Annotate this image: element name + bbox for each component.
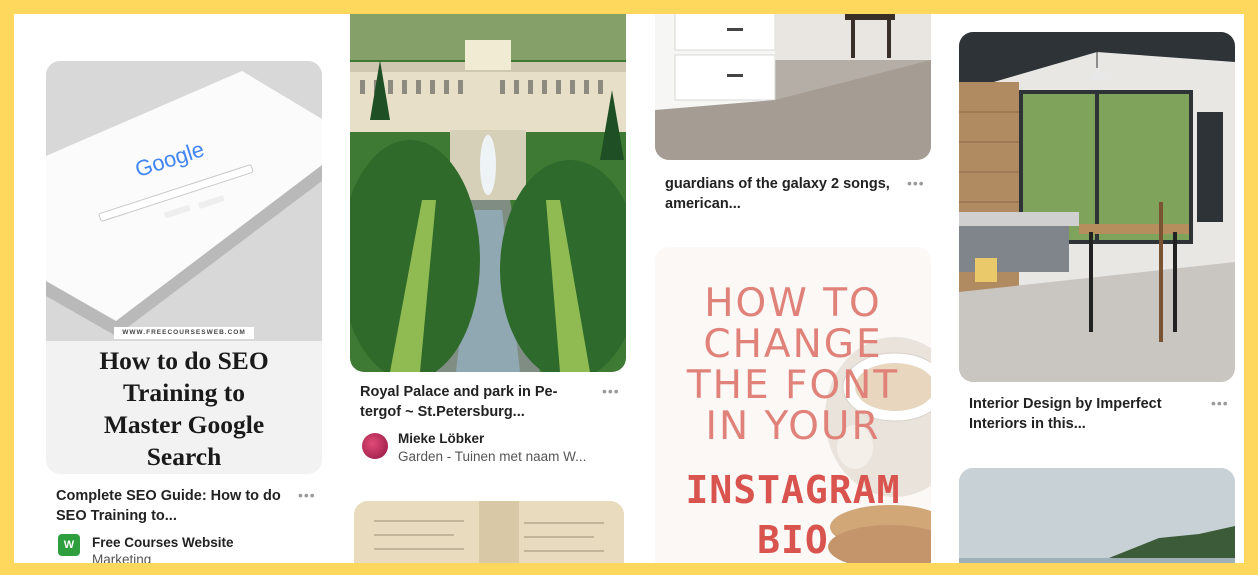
pin-board[interactable]: Garden - Tuinen met naam W... <box>398 449 586 464</box>
pin-title[interactable]: guardians of the galaxy 2 songs, america… <box>665 174 901 214</box>
pin-title[interactable]: Royal Palace and park in Pe-tergof ~ St.… <box>360 382 596 422</box>
font-pin-heading: HOW TO CHANGE THE FONT IN YOUR <box>686 281 900 449</box>
avatar[interactable] <box>362 433 388 459</box>
pin-image-seo[interactable]: Google WWW.FREECOURSESWEB.COM How to do … <box>46 61 322 474</box>
pin-author[interactable]: Mieke Löbker <box>398 431 484 446</box>
pin-image-interior[interactable] <box>959 32 1235 382</box>
pin-image-coast[interactable] <box>959 468 1235 563</box>
more-options-icon[interactable]: ••• <box>602 384 620 398</box>
pin-image-palace[interactable] <box>350 14 626 372</box>
pin-board[interactable]: Marketing <box>92 552 151 563</box>
pin-image-instagram-font[interactable]: HOW TO CHANGE THE FONT IN YOUR INSTAGRAM… <box>655 247 931 563</box>
avatar[interactable]: W <box>58 534 80 556</box>
pin-title[interactable]: Interior Design by Imperfect Interiors i… <box>969 394 1205 434</box>
font-pin-instagram: INSTAGRAM BIO <box>685 468 901 562</box>
more-options-icon[interactable]: ••• <box>1211 396 1229 410</box>
more-options-icon[interactable]: ••• <box>298 488 316 502</box>
seo-image-heading: How to do SEO Training to Master Google … <box>99 346 269 471</box>
seo-site-label: WWW.FREECOURSESWEB.COM <box>114 327 254 339</box>
pin-title[interactable]: Complete SEO Guide: How to do SEO Traini… <box>56 486 292 526</box>
more-options-icon[interactable]: ••• <box>907 176 925 190</box>
pin-author[interactable]: Free Courses Website <box>92 535 234 550</box>
pin-feed: Google WWW.FREECOURSESWEB.COM How to do … <box>14 14 1244 563</box>
pin-image-old-book[interactable] <box>354 501 624 563</box>
pin-image-kitchen[interactable] <box>655 14 931 160</box>
